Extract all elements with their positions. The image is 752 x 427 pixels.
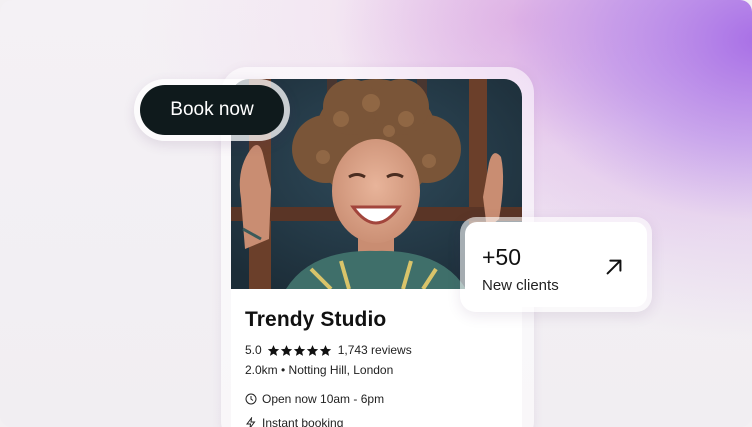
star-icon [306,344,318,356]
star-icon [280,344,292,356]
star-icon [293,344,305,356]
rating-row: 5.0 1,743 reviews [245,342,412,358]
stats-label: New clients [482,277,559,294]
listing-title: Trendy Studio [245,308,387,331]
star-icon [319,344,331,356]
promo-banner: Trendy Studio 5.0 1,743 reviews 2.0km • … [0,0,752,427]
listing-location: 2.0km • Notting Hill, London [245,363,394,377]
rating-value: 5.0 [245,343,262,357]
stats-value: +50 [482,244,522,270]
hours-text: Open now 10am - 6pm [262,392,385,406]
booking-text: Instant booking [262,416,344,427]
hours-row: Open now 10am - 6pm [245,392,384,406]
stats-card-frame: +50 New clients [460,217,652,312]
book-now-pill: Book now [134,79,290,141]
arrow-up-right-icon[interactable] [603,256,625,278]
stats-card[interactable]: +50 New clients [465,222,647,307]
book-now-button[interactable]: Book now [140,85,284,135]
clock-icon [245,393,257,405]
star-icon [267,344,279,356]
lightning-icon [246,417,256,427]
reviews-count[interactable]: 1,743 reviews [338,343,412,357]
star-rating [267,344,332,357]
booking-row: Instant booking [245,416,343,427]
